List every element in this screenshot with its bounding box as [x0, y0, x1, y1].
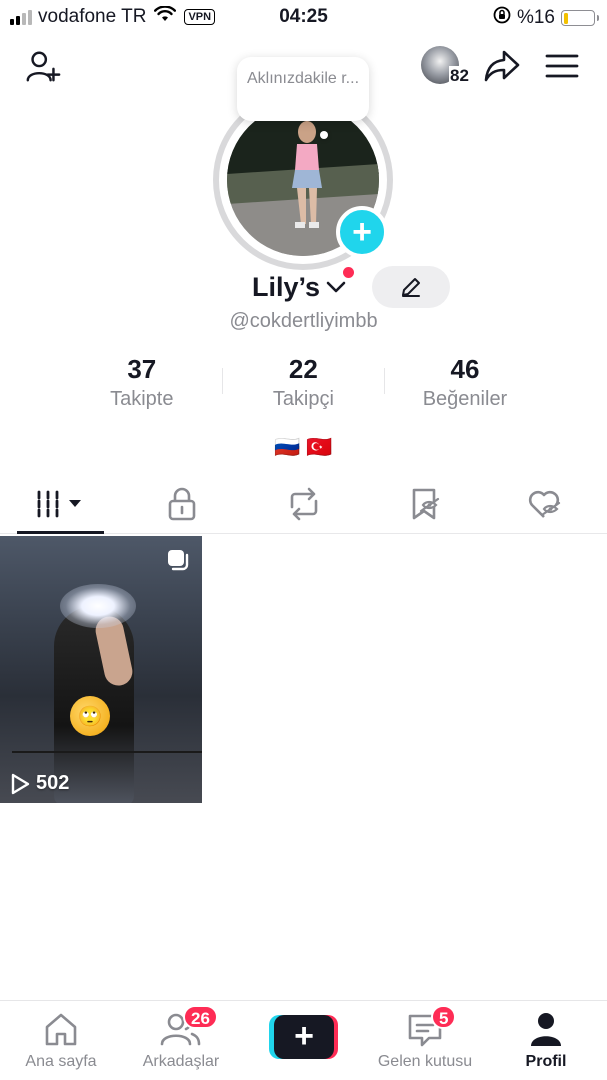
plus-icon: +: [352, 213, 372, 251]
video-view-count: 502: [36, 772, 70, 794]
bottom-nav: Ana sayfa 26 Arkadaşlar + 5 Gelen kutusu…: [0, 1000, 607, 1080]
rotation-lock-icon: [493, 6, 511, 30]
stat-followers[interactable]: 22 Takipçi: [223, 352, 385, 412]
home-icon: [45, 1013, 77, 1046]
menu-button[interactable]: [543, 47, 581, 85]
video-views: 502: [10, 772, 69, 795]
repost-icon: [290, 487, 317, 520]
profile-tabs: [0, 474, 607, 534]
nav-inbox-label: Gelen kutusu: [377, 1053, 473, 1070]
thumbnail-floor-line: [12, 751, 202, 753]
battery-percent: %16: [516, 7, 555, 28]
emoji-sticker-icon: 🙄: [70, 696, 110, 736]
stat-value: 46: [450, 354, 480, 384]
stat-divider: [384, 368, 385, 394]
nav-friends[interactable]: 26 Arkadaşlar: [121, 1001, 241, 1080]
video-thumbnail[interactable]: 🙄 502: [0, 536, 202, 803]
stats: 37 Takipte 22 Takipçi 46 Beğeniler: [61, 352, 546, 412]
name-row: Lily’s: [0, 266, 607, 310]
display-name: Lily’s: [252, 272, 321, 302]
nav-friends-label: Arkadaşlar: [142, 1053, 220, 1070]
stat-label: Takipçi: [272, 388, 334, 410]
nav-home[interactable]: Ana sayfa: [1, 1001, 121, 1080]
thumbnail-flash: [60, 584, 136, 628]
stat-value: 37: [127, 354, 157, 384]
pencil-icon: [402, 278, 420, 297]
add-friend-button[interactable]: [24, 48, 62, 86]
stat-value: 22: [288, 354, 318, 384]
add-friend-icon: [26, 51, 61, 82]
stat-likes[interactable]: 46 Beğeniler: [384, 352, 546, 412]
nav-profile-label: Profil: [525, 1053, 567, 1070]
username: @cokdertliyimbb: [229, 310, 378, 332]
status-right: %16: [493, 6, 599, 30]
create-button[interactable]: +: [269, 1015, 338, 1059]
tab-liked[interactable]: [486, 474, 607, 533]
multi-photo-icon: [166, 548, 190, 577]
tab-reposts[interactable]: [243, 474, 364, 533]
menu-icon: [545, 54, 579, 78]
share-button[interactable]: [483, 47, 521, 85]
bio: 🇷🇺 🇹🇷: [274, 436, 333, 459]
nav-home-label: Ana sayfa: [25, 1053, 97, 1070]
stat-divider: [222, 368, 223, 394]
account-switch-chevron-icon[interactable]: [326, 280, 346, 299]
liked-icon: [529, 490, 561, 518]
note-bubble-text: Aklınızdakile r...: [246, 70, 360, 87]
note-bubble-tail: [320, 131, 328, 139]
friends-badge: 26: [183, 1005, 218, 1029]
battery-icon: [561, 10, 599, 26]
notification-dot: [343, 267, 354, 278]
profile-views-button[interactable]: 82: [421, 46, 470, 86]
create-plus-icon: +: [274, 1015, 334, 1059]
share-icon: [484, 50, 520, 82]
stat-following[interactable]: 37 Takipte: [61, 352, 223, 412]
profile-icon: [531, 1013, 561, 1046]
stat-label: Beğeniler: [422, 388, 508, 410]
profile-views-count: 82: [449, 66, 470, 86]
stat-label: Takipte: [110, 388, 174, 410]
play-icon: [11, 773, 30, 794]
note-bubble[interactable]: Aklınızdakile r...: [237, 57, 369, 121]
tab-videos[interactable]: [0, 474, 121, 534]
lock-icon: [168, 487, 196, 520]
videos-grid-icon: [37, 490, 81, 517]
tab-private[interactable]: [121, 474, 242, 533]
edit-profile-button[interactable]: [372, 266, 450, 308]
add-story-button[interactable]: +: [336, 206, 388, 258]
nav-profile[interactable]: Profil: [486, 1001, 606, 1080]
status-bar: vodafone TR VPN 04:25 %16: [0, 0, 607, 34]
nav-inbox[interactable]: 5 Gelen kutusu: [365, 1001, 485, 1080]
tab-favorites[interactable]: [364, 474, 485, 533]
top-nav-right: 82: [421, 46, 581, 86]
favorites-icon: [412, 488, 440, 519]
